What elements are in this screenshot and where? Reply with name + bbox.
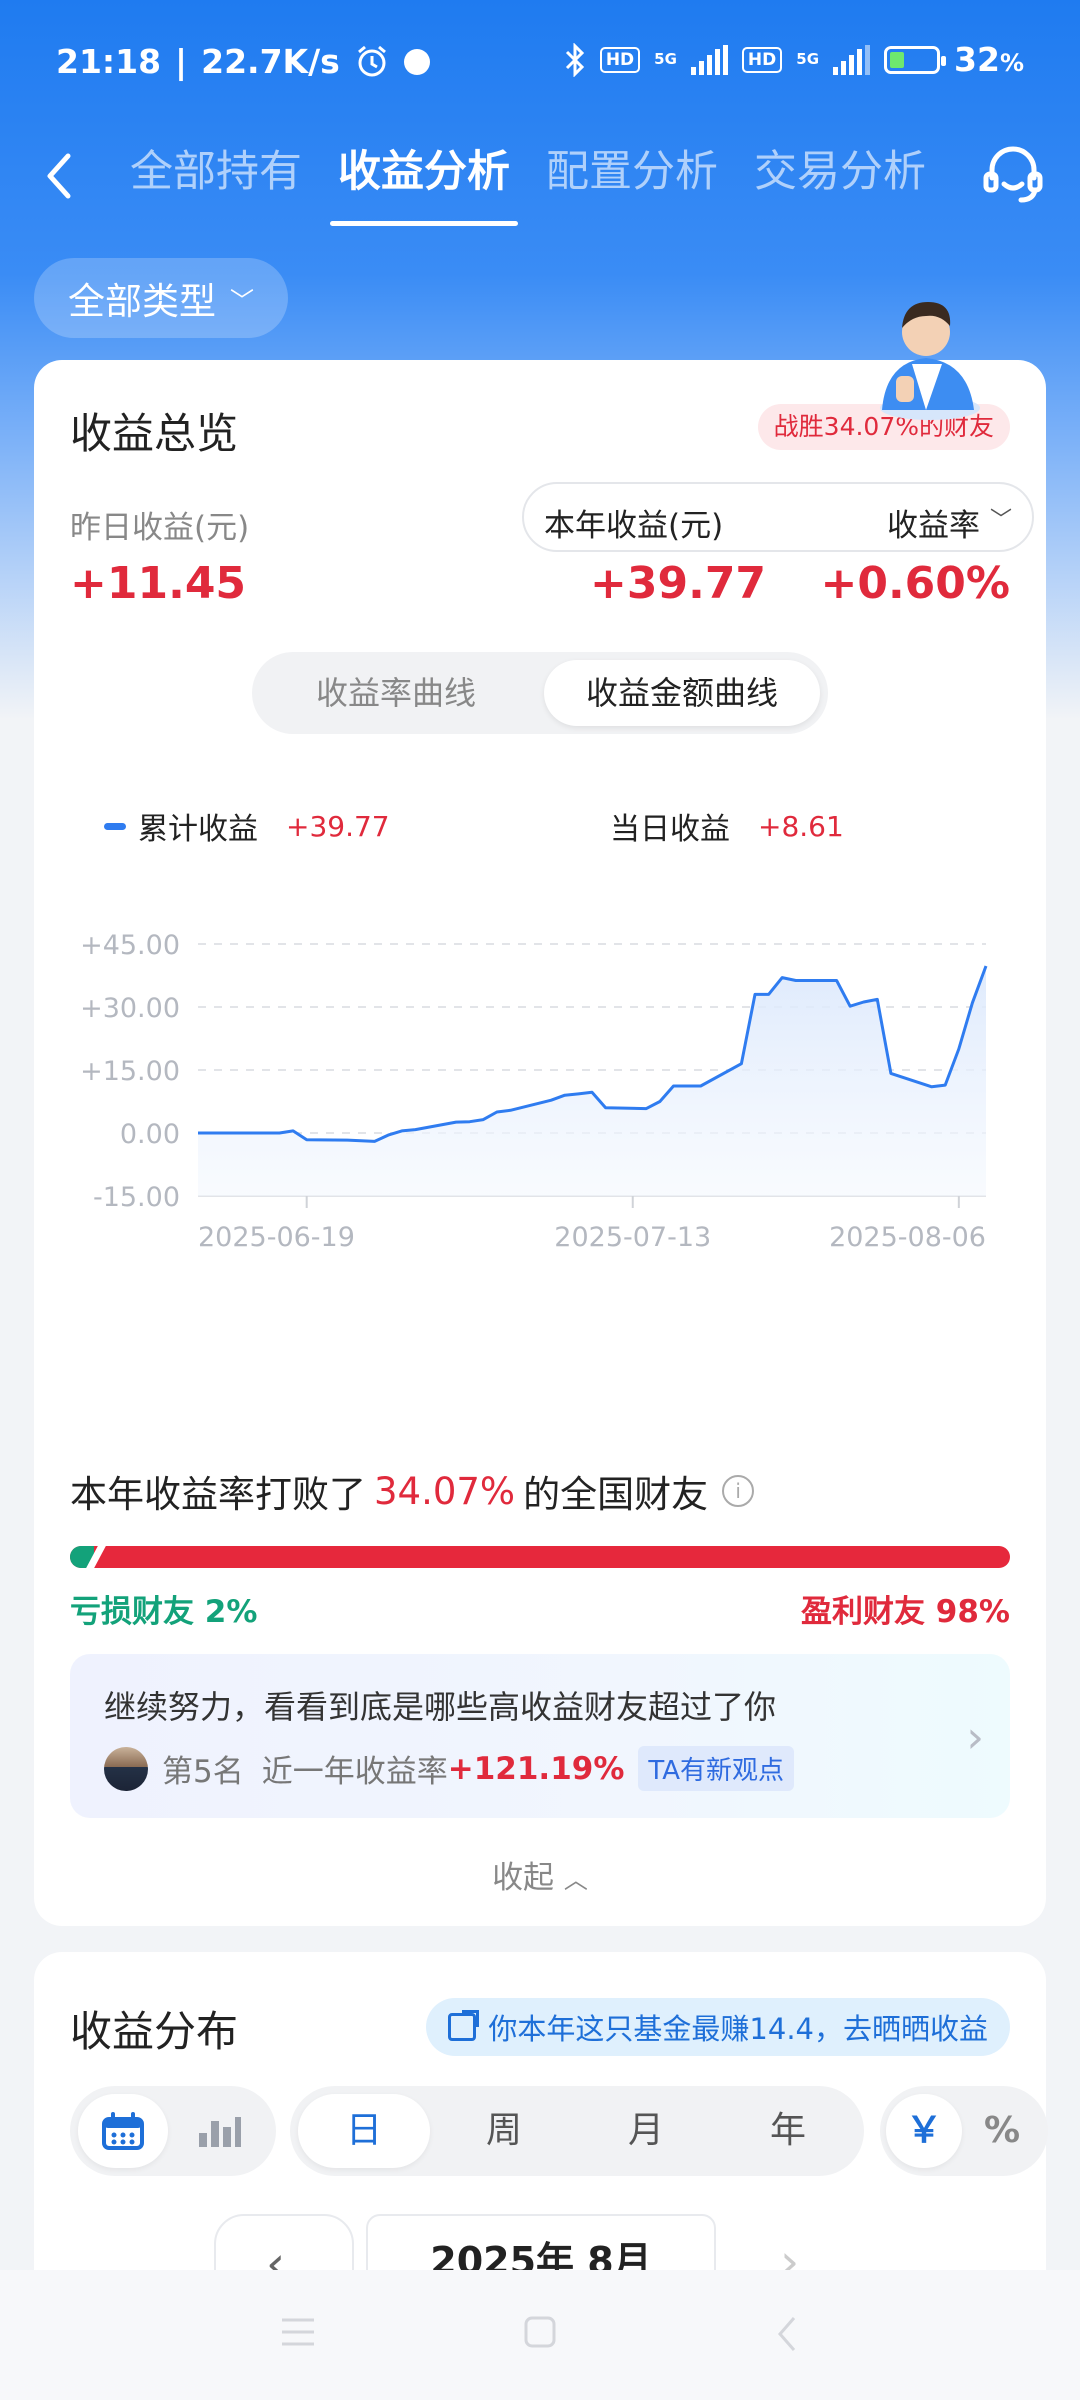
promo-return-label: 近一年收益率 <box>261 1754 448 1790</box>
customer-service-icon[interactable] <box>978 140 1048 210</box>
share-profit-button[interactable]: 你本年这只基金最赚14.4，去晒晒收益 <box>426 1998 1010 2056</box>
bluetooth-icon <box>565 42 584 77</box>
home-icon[interactable] <box>522 2314 558 2350</box>
bar-chart-icon <box>199 2117 241 2147</box>
year-rate-selector[interactable]: 本年收益(元) 收益率 ﹀ <box>522 482 1034 552</box>
tab-trade-analysis[interactable]: 交易分析 <box>752 134 928 226</box>
battery-level: 32% <box>954 40 1024 79</box>
avatar <box>104 1746 148 1791</box>
chevron-down-icon: ﹀ <box>230 286 254 315</box>
back-icon[interactable] <box>772 2314 802 2354</box>
x-tick-label: 2025-06-19 <box>198 1222 355 1253</box>
back-arrow-icon[interactable] <box>32 146 92 206</box>
promo-rank: 第5名 <box>162 1754 244 1790</box>
rate-label: 收益率 <box>887 508 980 544</box>
mascot-illustration <box>880 302 980 420</box>
promo-title: 继续努力，看看到底是哪些高收益财友超过了你 <box>104 1688 777 1726</box>
type-filter-label: 全部类型 <box>68 280 216 323</box>
x-tick-label: 2025-07-13 <box>554 1222 711 1253</box>
calendar-view-button[interactable] <box>78 2094 168 2168</box>
beat-pct: 34.07% <box>374 1469 516 1513</box>
signal-strength-icon-2 <box>833 44 871 75</box>
menu-icon[interactable] <box>278 2314 318 2350</box>
network-type-2: 5G <box>796 50 820 68</box>
toggle-rate-curve[interactable]: 收益率曲线 <box>262 660 530 726</box>
type-filter-dropdown[interactable]: 全部类型 ﹀ <box>34 258 288 338</box>
top-navigation: 全部持有 收益分析 配置分析 交易分析 <box>0 126 1080 236</box>
y-tick-label: -15.00 <box>93 1182 180 1213</box>
legend-cumulative-label: 累计收益 <box>138 812 258 847</box>
unit-switch: ￥ % <box>880 2086 1048 2176</box>
view-switch <box>70 2086 276 2176</box>
period-day[interactable]: 日 <box>298 2094 430 2168</box>
legend-daily: 当日收益 +8.61 <box>610 804 844 848</box>
year-profit-value: +39.77 <box>590 558 767 609</box>
y-tick-label: 0.00 <box>120 1119 180 1150</box>
status-speed: 22.7K/s <box>201 42 340 81</box>
x-tick-label: 2025-08-06 <box>829 1222 986 1253</box>
curve-toggle: 收益率曲线 收益金额曲线 <box>252 652 828 734</box>
distribution-title: 收益分布 <box>70 2007 239 2056</box>
status-bar: 21:18 | 22.7K/s HD 5G HD 5G 32% <box>0 0 1080 126</box>
overview-title: 收益总览 <box>70 409 239 458</box>
bar-view-button[interactable] <box>174 2094 264 2168</box>
promo-return-value: +121.19% <box>447 1750 625 1787</box>
tab-bar: 全部持有 收益分析 配置分析 交易分析 <box>128 134 928 226</box>
beat-statement: 本年收益率打败了 34.07% 的全国财友 i <box>70 1464 755 1518</box>
y-tick-label: +45.00 <box>80 930 180 961</box>
period-month[interactable]: 月 <box>580 2094 712 2168</box>
top-investors-banner[interactable]: 继续努力，看看到底是哪些高收益财友超过了你 第5名 近一年收益率 +121.19… <box>70 1654 1010 1818</box>
gain-label: 盈利财友 98% <box>801 1594 1010 1630</box>
promo-row: 第5名 近一年收益率 +121.19% TA有新观点 <box>104 1746 795 1791</box>
period-switch: 日 周 月 年 <box>290 2086 864 2176</box>
unit-yuan[interactable]: ￥ <box>886 2094 962 2168</box>
period-year[interactable]: 年 <box>722 2094 854 2168</box>
status-separator: | <box>175 42 188 81</box>
info-icon[interactable]: i <box>722 1475 755 1507</box>
loss-gain-bar <box>70 1546 1010 1568</box>
toggle-amount-curve[interactable]: 收益金额曲线 <box>544 660 820 726</box>
legend-swatch <box>104 822 126 830</box>
chevron-right-icon: › <box>966 1712 984 1763</box>
tab-all-holdings[interactable]: 全部持有 <box>128 134 304 226</box>
network-type-1: 5G <box>654 50 677 68</box>
beat-suffix: 的全国财友 <box>523 1473 709 1516</box>
chevron-up-icon: ︿ <box>563 1866 588 1894</box>
unit-percent[interactable]: % <box>964 2094 1040 2168</box>
signal-strength-icon-1 <box>690 44 728 75</box>
share-icon <box>448 2010 480 2041</box>
status-time: 21:18 <box>56 42 162 81</box>
tab-profit-analysis[interactable]: 收益分析 <box>330 134 518 226</box>
legend-daily-label: 当日收益 <box>610 812 730 847</box>
y-tick-label: +15.00 <box>80 1056 180 1087</box>
chevron-down-icon: ﹀ <box>989 508 1012 533</box>
notification-dot-icon <box>403 48 430 75</box>
legend-daily-value: +8.61 <box>758 809 844 843</box>
year-profit-label: 本年收益(元) <box>544 508 724 544</box>
legend-cumulative-value: +39.77 <box>286 809 390 843</box>
calendar-icon <box>102 2112 144 2150</box>
beat-prefix: 本年收益率打败了 <box>70 1473 366 1516</box>
loss-label: 亏损财友 2% <box>70 1594 258 1630</box>
promo-tag: TA有新观点 <box>638 1746 795 1791</box>
collapse-button[interactable]: 收起 ︿ <box>34 1852 1046 1897</box>
period-week[interactable]: 周 <box>438 2094 570 2168</box>
battery-icon <box>884 45 947 74</box>
hd-badge-1: HD <box>599 46 641 73</box>
profit-overview-card: 收益总览 战胜34.07%的财友 昨日收益(元) 本年收益(元) 收益率 ﹀ +… <box>34 360 1046 1926</box>
legend-cumulative: 累计收益 +39.77 <box>104 804 390 848</box>
y-tick-label: +30.00 <box>80 993 180 1024</box>
alarm-icon <box>357 45 386 76</box>
hd-badge-2: HD <box>741 46 783 73</box>
tab-allocation-analysis[interactable]: 配置分析 <box>544 134 720 226</box>
yesterday-profit-value: +11.45 <box>70 558 247 609</box>
system-navigation-bar <box>0 2270 1080 2400</box>
share-text: 你本年这只基金最赚14.4，去晒晒收益 <box>488 2012 988 2046</box>
yesterday-profit-label: 昨日收益(元) <box>70 510 250 546</box>
year-rate-value: +0.60% <box>820 558 1010 609</box>
collapse-label: 收起 <box>492 1860 555 1896</box>
